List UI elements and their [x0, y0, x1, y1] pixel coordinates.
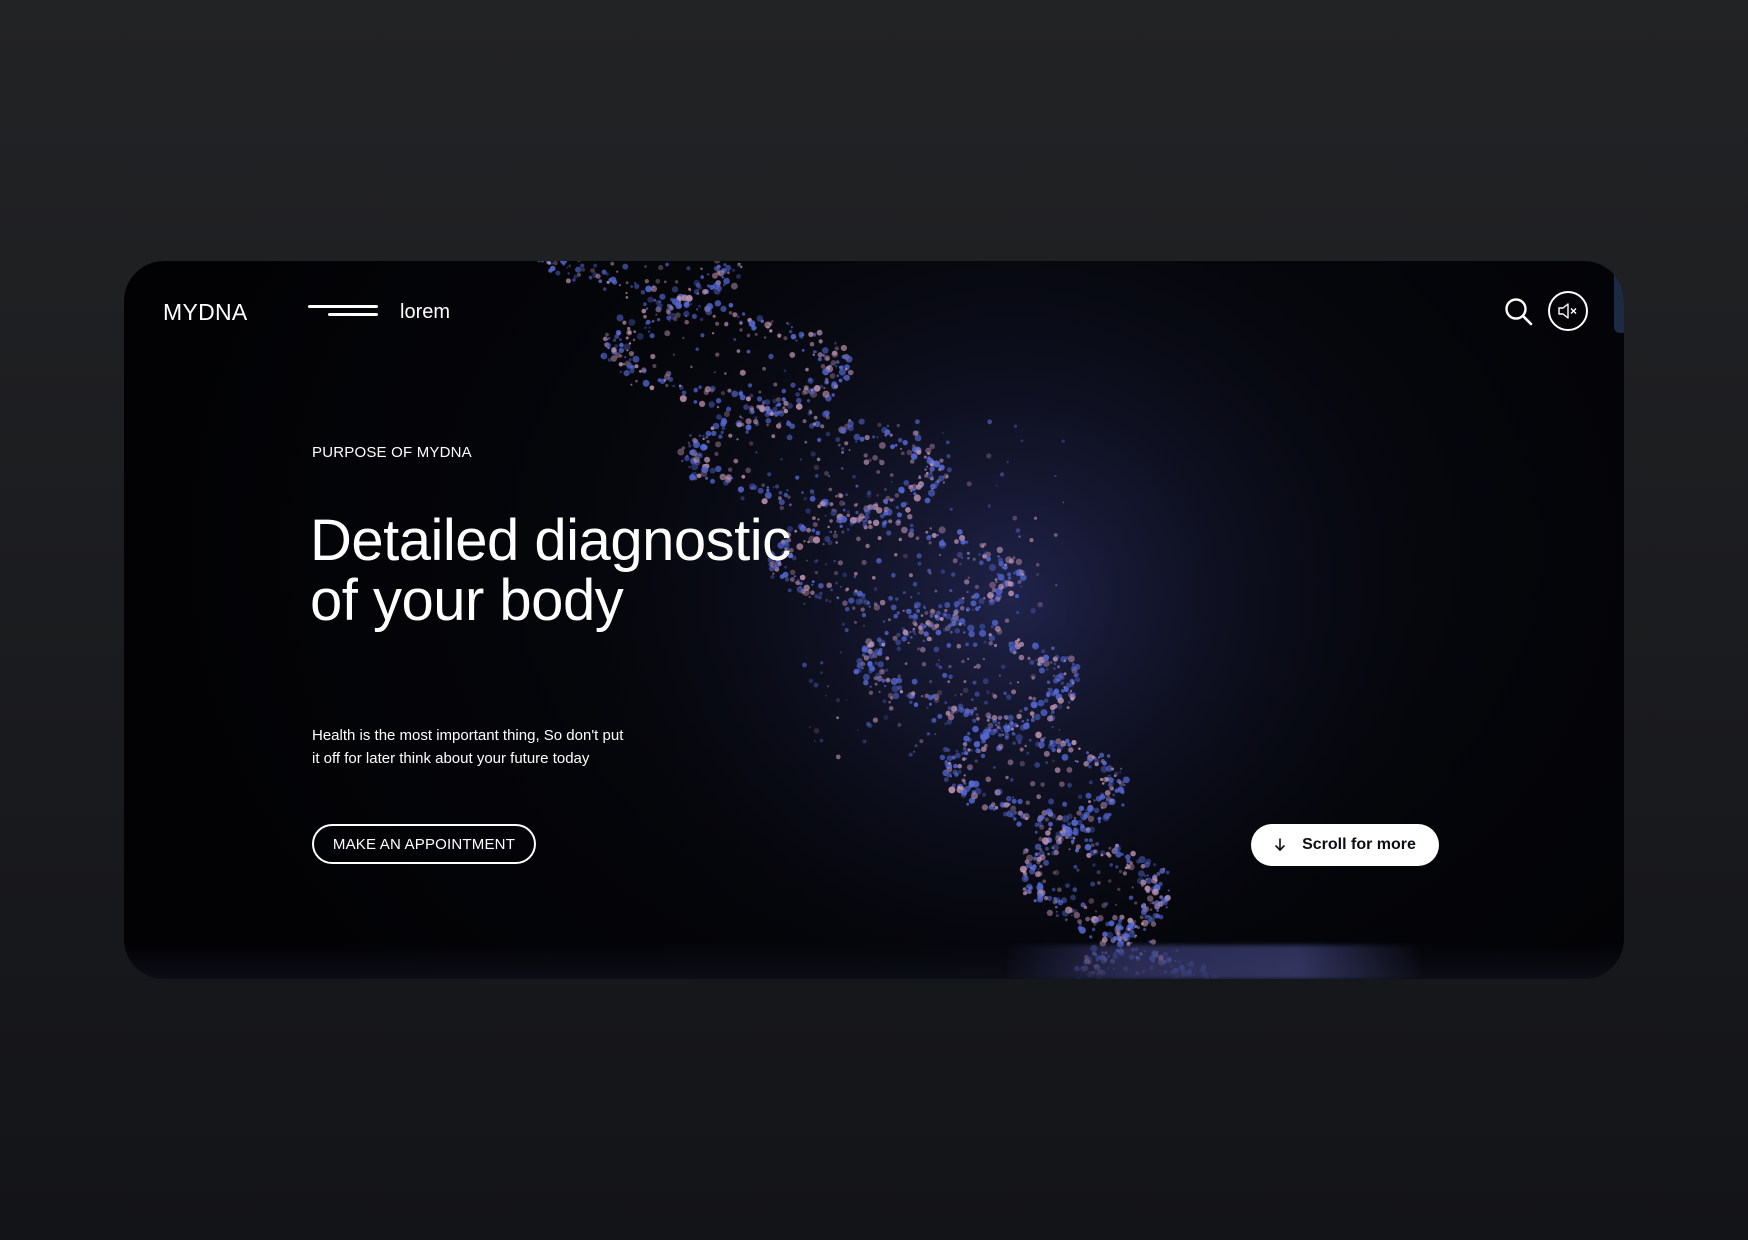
sound-toggle-button[interactable]: [1548, 291, 1588, 331]
description-line-1: Health is the most important thing, So d…: [312, 727, 624, 744]
page-title: Detailed diagnostic of your body: [310, 511, 950, 631]
scroll-for-more-label: Scroll for more: [1302, 836, 1416, 853]
side-scroll-indicator[interactable]: [1614, 269, 1624, 333]
brand-logo[interactable]: MYDNA: [163, 299, 248, 326]
speaker-muted-icon: [1558, 303, 1577, 319]
menu-label[interactable]: lorem: [400, 301, 450, 324]
menu-lines-icon[interactable]: [308, 305, 380, 321]
headline-line-1: Detailed diagnostic: [310, 508, 791, 573]
make-appointment-button[interactable]: MAKE AN APPOINTMENT: [312, 824, 536, 864]
search-icon[interactable]: [1504, 297, 1534, 327]
headline-line-2: of your body: [310, 568, 624, 633]
hero-section: MYDNA lorem PURPOSE OF MYDNA Detailed di…: [124, 261, 1624, 979]
scroll-for-more-button[interactable]: Scroll for more: [1251, 824, 1439, 866]
hero-description: Health is the most important thing, So d…: [312, 724, 692, 770]
section-kicker: PURPOSE OF MYDNA: [312, 444, 472, 461]
arrow-down-icon: [1275, 838, 1285, 851]
description-line-2: it off for later think about your future…: [312, 750, 590, 767]
bottom-preview-strip: [124, 943, 1624, 979]
